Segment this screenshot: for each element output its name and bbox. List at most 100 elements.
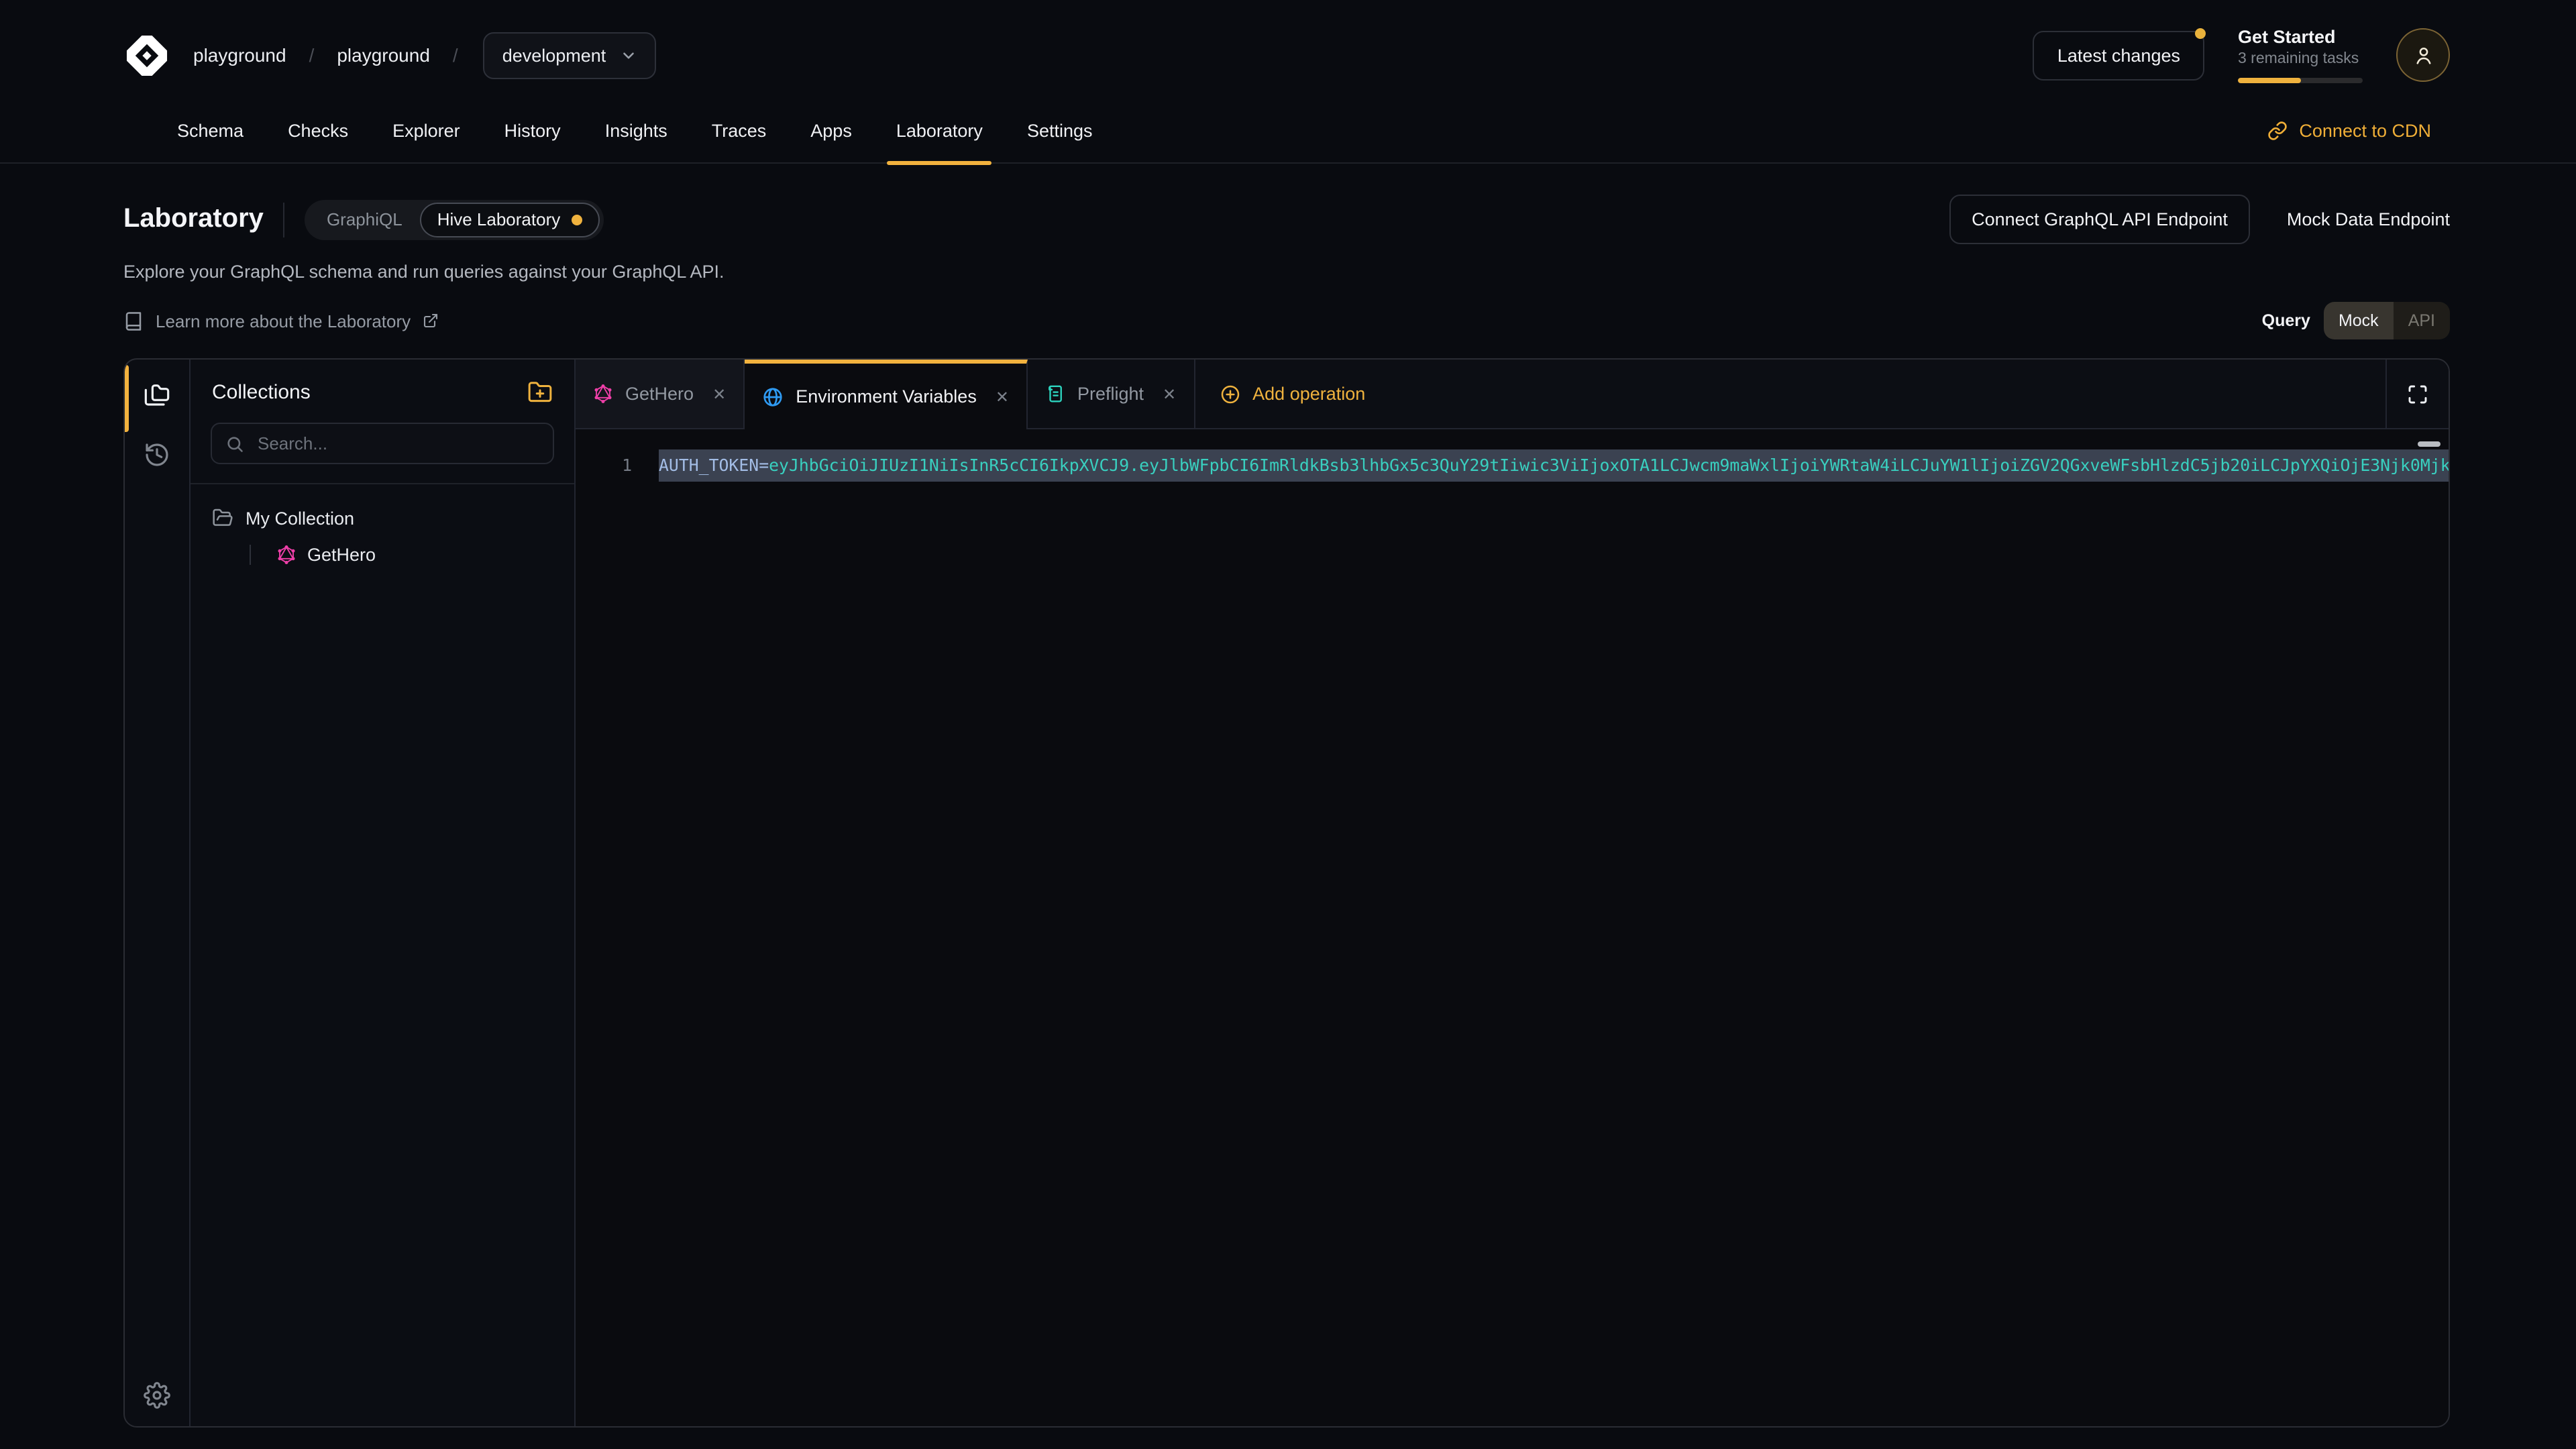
- breadcrumb-separator: /: [309, 44, 315, 66]
- user-avatar[interactable]: [2396, 28, 2450, 82]
- folders-icon: [144, 381, 170, 408]
- latest-changes-button[interactable]: Latest changes: [2033, 30, 2204, 80]
- mode-option-graphiql[interactable]: GraphiQL: [309, 203, 420, 235]
- environment-variables-editor[interactable]: 1 AUTH_TOKEN=eyJhbGciOiJIUzI1NiIsInR5cCI…: [576, 429, 2449, 1426]
- add-operation-button[interactable]: Add operation: [1195, 360, 1389, 428]
- left-icon-rail: [125, 360, 191, 1426]
- collection-operation-gethero[interactable]: GetHero: [276, 545, 553, 565]
- nav-item-apps[interactable]: Apps: [810, 99, 852, 162]
- globe-icon: [762, 386, 784, 407]
- endpoint-option-api[interactable]: API: [2394, 302, 2450, 339]
- fullscreen-icon: [2407, 383, 2428, 405]
- title-divider: [284, 202, 285, 237]
- notification-dot: [2195, 28, 2206, 38]
- link-icon: [2267, 121, 2287, 141]
- search-input[interactable]: [255, 432, 539, 455]
- mode-option-label: Hive Laboratory: [437, 209, 561, 229]
- tab-bar: GetHero ✕ Environment Variables ✕ Prefli…: [576, 360, 2449, 429]
- hive-logo-icon[interactable]: [123, 32, 170, 78]
- env-var-value: eyJhbGciOiJIUzI1NiIsInR5cCI6IkpXVCJ9.eyJ…: [769, 455, 2449, 475]
- top-bar-right: Latest changes Get Started 3 remaining t…: [2033, 27, 2450, 83]
- close-icon[interactable]: ✕: [1163, 384, 1176, 403]
- code-selection: AUTH_TOKEN=eyJhbGciOiJIUzI1NiIsInR5cCI6I…: [659, 449, 2449, 482]
- tab-bar-spacer: [1389, 360, 2385, 428]
- active-rail-indicator: [125, 365, 129, 432]
- add-collection-button[interactable]: [527, 380, 553, 405]
- nav-item-history[interactable]: History: [504, 99, 561, 162]
- tab-label: Environment Variables: [796, 386, 977, 407]
- book-icon: [123, 311, 144, 331]
- collections-sidebar: Collections My Collection: [191, 360, 576, 1426]
- workspace: GetHero ✕ Environment Variables ✕ Prefli…: [576, 360, 2449, 1426]
- app: playground / playground / development La…: [0, 0, 2576, 1449]
- close-icon[interactable]: ✕: [712, 384, 726, 403]
- mock-data-endpoint-button[interactable]: Mock Data Endpoint: [2287, 209, 2450, 229]
- gear-icon: [144, 1382, 170, 1409]
- collection-operation-label: GetHero: [307, 545, 376, 565]
- target-select[interactable]: development: [484, 32, 656, 78]
- nav-item-explorer[interactable]: Explorer: [392, 99, 460, 162]
- tab-label: GetHero: [625, 384, 694, 404]
- laboratory-header: Laboratory GraphiQL Hive Laboratory Conn…: [0, 164, 2576, 339]
- query-toggle-label: Query: [2262, 311, 2310, 330]
- history-icon: [144, 441, 170, 468]
- script-icon: [1045, 384, 1065, 404]
- history-rail-button[interactable]: [144, 441, 170, 468]
- nav-item-settings[interactable]: Settings: [1027, 99, 1093, 162]
- breadcrumb: playground / playground / development: [123, 32, 655, 78]
- connect-to-cdn-link[interactable]: Connect to CDN: [2267, 121, 2431, 141]
- target-select-value: development: [502, 45, 606, 65]
- breadcrumb-separator: /: [453, 44, 458, 66]
- get-started-progress-fill: [2238, 78, 2300, 83]
- connect-to-cdn-label: Connect to CDN: [2299, 121, 2431, 141]
- nav-item-traces[interactable]: Traces: [712, 99, 767, 162]
- collection-folder[interactable]: My Collection: [212, 507, 553, 529]
- ide-mode-toggle: GraphiQL Hive Laboratory: [305, 199, 603, 239]
- get-started-widget[interactable]: Get Started 3 remaining tasks: [2238, 27, 2363, 83]
- scrollbar-thumb[interactable]: [2418, 441, 2440, 447]
- nav-item-laboratory[interactable]: Laboratory: [896, 99, 983, 162]
- breadcrumb-org[interactable]: playground: [193, 44, 286, 66]
- folder-open-icon: [212, 507, 233, 529]
- graphql-icon: [593, 384, 613, 404]
- close-icon[interactable]: ✕: [996, 387, 1009, 406]
- learn-more-link[interactable]: Learn more about the Laboratory: [123, 311, 439, 331]
- nav-item-schema[interactable]: Schema: [177, 99, 244, 162]
- collections-tree: My Collection GetHero: [191, 484, 574, 588]
- page-description: Explore your GraphQL schema and run quer…: [123, 262, 2450, 282]
- nav-item-checks[interactable]: Checks: [288, 99, 348, 162]
- line-number: 1: [576, 449, 659, 482]
- collections-rail-button[interactable]: [144, 381, 170, 408]
- folder-plus-icon: [527, 380, 553, 405]
- collections-title: Collections: [212, 381, 311, 404]
- fullscreen-button[interactable]: [2385, 360, 2449, 428]
- tab-gethero[interactable]: GetHero ✕: [576, 360, 745, 428]
- get-started-subtitle: 3 remaining tasks: [2238, 50, 2363, 70]
- tab-label: Preflight: [1077, 384, 1144, 404]
- laboratory-panel: Collections My Collection: [123, 358, 2450, 1428]
- endpoint-actions: Connect GraphQL API Endpoint Mock Data E…: [1949, 195, 2450, 244]
- tab-environment-variables[interactable]: Environment Variables ✕: [745, 360, 1028, 429]
- external-link-icon: [423, 313, 439, 329]
- mode-active-dot: [571, 214, 582, 225]
- endpoint-option-mock[interactable]: Mock: [2324, 302, 2394, 339]
- page-title: Laboratory: [123, 204, 264, 235]
- connect-graphql-endpoint-button[interactable]: Connect GraphQL API Endpoint: [1949, 195, 2251, 244]
- mode-option-hive-laboratory[interactable]: Hive Laboratory: [420, 202, 600, 237]
- get-started-title: Get Started: [2238, 27, 2363, 48]
- nav-item-insights[interactable]: Insights: [605, 99, 667, 162]
- settings-rail-button[interactable]: [144, 1382, 170, 1409]
- collection-folder-label: My Collection: [246, 508, 354, 528]
- endpoint-segmented-control: Mock API: [2324, 302, 2450, 339]
- top-bar: playground / playground / development La…: [0, 0, 2576, 164]
- tab-preflight[interactable]: Preflight ✕: [1028, 360, 1195, 428]
- add-operation-label: Add operation: [1252, 384, 1365, 404]
- search-icon: [225, 434, 244, 453]
- person-icon: [2412, 44, 2434, 66]
- env-var-key: AUTH_TOKEN=: [659, 455, 769, 475]
- breadcrumb-project[interactable]: playground: [337, 44, 430, 66]
- main-nav: Schema Checks Explorer History Insights …: [0, 99, 2576, 164]
- query-endpoint-toggle: Query Mock API: [2262, 302, 2450, 339]
- circle-plus-icon: [1219, 383, 1240, 405]
- collections-search[interactable]: [211, 423, 554, 464]
